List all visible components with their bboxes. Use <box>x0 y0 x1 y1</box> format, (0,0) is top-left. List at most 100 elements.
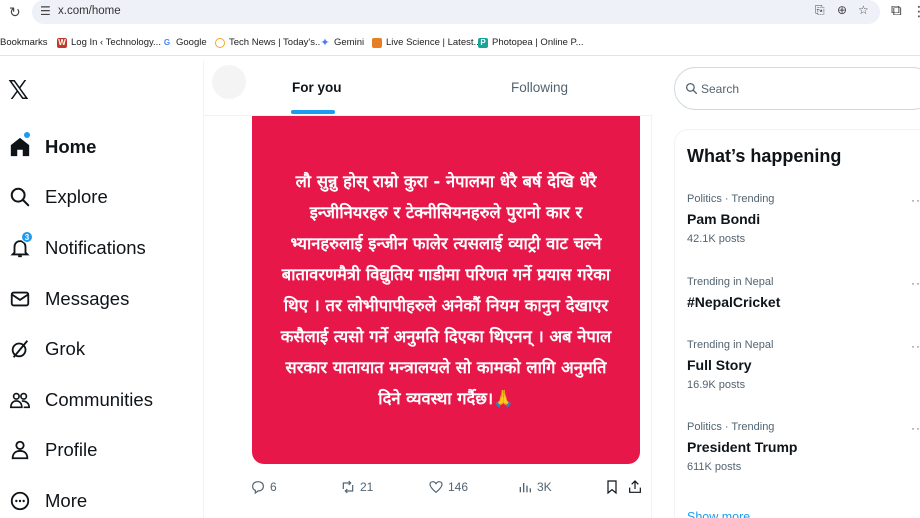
bookmark-item[interactable]: ✦ Gemini <box>320 37 364 48</box>
share-icon <box>629 480 641 493</box>
tab-for-you[interactable]: For you <box>292 80 342 95</box>
share-button[interactable] <box>627 479 643 495</box>
post-actions: 6 21 146 3K <box>250 477 645 499</box>
whats-happening-panel: What’s happening Politics · Trending Pam… <box>674 129 920 518</box>
nav-label: Home <box>45 136 97 157</box>
post-image-text: लौ सुन्नु होस् राम्रो कुरा - नेपालमा धेर… <box>280 172 612 408</box>
nav-notifications[interactable]: 3 Notifications <box>8 231 146 265</box>
reply-icon <box>252 481 264 495</box>
nav-messages[interactable]: Messages <box>8 282 129 316</box>
trend-item[interactable]: Politics · Trending Pam Bondi 42.1K post… <box>687 193 920 245</box>
nav-explore[interactable]: Explore <box>8 180 108 214</box>
bookmark-item[interactable]: Live Science | Latest... <box>372 37 481 48</box>
search-placeholder: Search <box>701 82 740 96</box>
nav-label: More <box>45 490 88 511</box>
like-button[interactable]: 146 <box>428 479 468 495</box>
trends-title: What’s happening <box>687 146 842 166</box>
extensions-icon[interactable]: ⧉ <box>891 2 902 19</box>
trend-item[interactable]: Politics · Trending President Trump 611K… <box>687 421 920 473</box>
trend-meta: Politics · Trending <box>687 421 775 433</box>
bookmark-post-button[interactable] <box>604 479 620 495</box>
person-icon <box>8 438 32 462</box>
star-bookmark-icon[interactable]: ☆ <box>858 3 869 17</box>
trend-name: President Trump <box>687 439 798 455</box>
communities-icon <box>8 388 32 412</box>
x-logo[interactable]: 𝕏 <box>8 76 34 104</box>
like-count: 146 <box>448 480 469 494</box>
more-options-icon[interactable]: ··· <box>911 276 920 290</box>
trend-count: 16.9K posts <box>687 379 746 391</box>
nav-label: Grok <box>45 338 86 359</box>
views-button[interactable]: 3K <box>517 479 552 495</box>
avatar <box>212 65 246 99</box>
search-icon <box>8 185 32 209</box>
trend-item[interactable]: Trending in Nepal #NepalCricket ··· <box>687 276 920 310</box>
heart-icon <box>429 481 443 494</box>
tech-news-icon <box>215 37 225 48</box>
bookmark-item[interactable]: Bookmarks <box>0 37 48 48</box>
bookmark-item[interactable]: W Log In ‹ Technology... <box>57 37 161 48</box>
timeline-tabs: For you Following <box>204 61 653 116</box>
more-options-icon[interactable]: ··· <box>911 193 920 207</box>
nav-grok[interactable]: Grok <box>8 332 85 366</box>
show-more-link[interactable]: Show more <box>687 510 750 518</box>
bookmark-item[interactable]: P Photopea | Online P... <box>478 37 584 48</box>
search-icon <box>685 82 698 95</box>
reply-button[interactable]: 6 <box>250 479 277 495</box>
trend-name: Pam Bondi <box>687 211 761 227</box>
trend-name: #NepalCricket <box>687 294 781 310</box>
more-circle-icon <box>8 489 32 513</box>
nav-home[interactable]: Home <box>8 130 96 164</box>
zoom-icon[interactable]: ⊕ <box>837 3 847 17</box>
tab-active-indicator <box>291 110 335 114</box>
trend-meta: Trending in Nepal <box>687 339 774 351</box>
install-app-icon[interactable]: ⎘ <box>815 3 825 18</box>
photopea-icon: P <box>478 37 488 48</box>
bell-icon: 3 <box>8 231 33 260</box>
address-url[interactable]: x.com/home <box>58 5 121 17</box>
search-input[interactable]: Search <box>674 67 920 110</box>
bookmark-icon <box>607 480 617 495</box>
bookmarks-bar: Bookmarks W Log In ‹ Technology... G Goo… <box>0 30 920 56</box>
reload-icon[interactable]: ↻ <box>9 4 21 21</box>
post-image[interactable]: लौ सुन्नु होस् राम्रो कुरा - नेपालमा धेर… <box>252 116 640 464</box>
analytics-icon <box>519 483 531 493</box>
trend-meta: Trending in Nepal <box>687 276 774 288</box>
nav-label: Communities <box>45 389 153 410</box>
trend-item[interactable]: Trending in Nepal Full Story 16.9K posts… <box>687 339 920 391</box>
repost-button[interactable]: 21 <box>340 479 373 495</box>
home-icon <box>8 132 32 159</box>
more-options-icon[interactable]: ··· <box>911 421 920 435</box>
nav-label: Notifications <box>45 237 146 258</box>
bookmark-item[interactable]: G Google <box>162 37 207 48</box>
nav-label: Explore <box>45 186 108 207</box>
views-count: 3K <box>537 480 552 494</box>
gemini-icon: ✦ <box>320 36 330 49</box>
grok-icon <box>8 337 32 361</box>
reply-count: 6 <box>270 480 277 494</box>
live-science-icon <box>372 37 382 48</box>
browser-toolbar: ↻ ☰ x.com/home ⎘ ⊕ ☆ ⧉ ⋮ <box>0 0 920 26</box>
trend-count: 611K posts <box>687 461 742 473</box>
more-options-icon[interactable]: ··· <box>911 339 920 353</box>
notification-badge: 3 <box>21 231 33 243</box>
site-settings-icon[interactable]: ☰ <box>40 4 51 18</box>
bookmark-item[interactable]: Tech News | Today's... <box>215 37 323 48</box>
nav-label: Profile <box>45 439 98 460</box>
repost-count: 21 <box>360 480 374 494</box>
repost-icon <box>342 480 354 494</box>
trend-count: 42.1K posts <box>687 233 746 245</box>
wordpress-icon: W <box>57 37 67 48</box>
nav-label: Messages <box>45 288 130 309</box>
nav-communities[interactable]: Communities <box>8 383 153 417</box>
menu-icon[interactable]: ⋮ <box>912 3 920 20</box>
address-bar[interactable]: ☰ x.com/home ⎘ ⊕ ☆ <box>32 0 880 24</box>
tab-following[interactable]: Following <box>511 80 568 95</box>
trend-name: Full Story <box>687 357 752 373</box>
nav-profile[interactable]: Profile <box>8 433 97 467</box>
envelope-icon <box>8 287 32 311</box>
unread-dot <box>24 132 30 138</box>
nav-more[interactable]: More <box>8 484 87 518</box>
timeline: For you Following लौ सुन्नु होस् राम्रो … <box>203 61 653 518</box>
google-icon: G <box>162 37 172 48</box>
